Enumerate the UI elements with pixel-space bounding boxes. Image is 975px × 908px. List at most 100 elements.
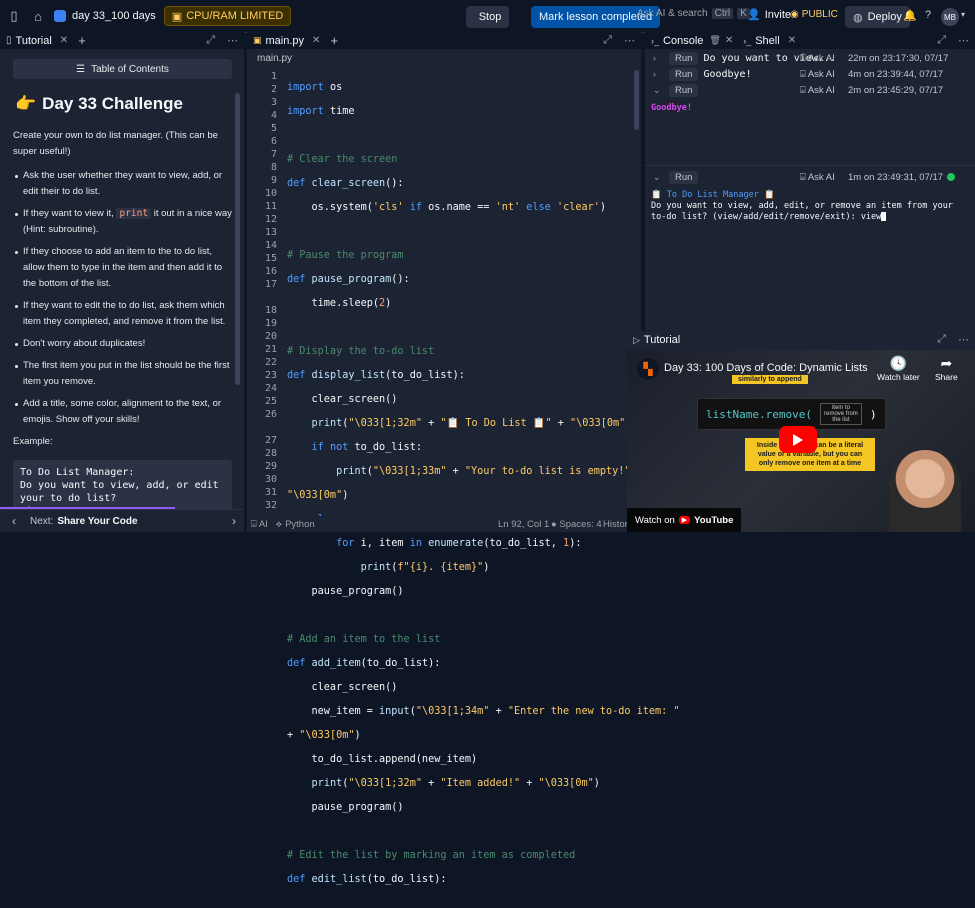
expand-icon[interactable]: ⤢ bbox=[937, 34, 946, 47]
add-tab-icon[interactable]: + bbox=[78, 33, 86, 48]
expand-icon[interactable]: ⤢ bbox=[937, 333, 946, 346]
chevron-down-icon[interactable]: ⌄ bbox=[653, 85, 661, 96]
line-number: 25 bbox=[247, 395, 277, 408]
language-label[interactable]: Python bbox=[285, 519, 315, 530]
output-prompt: Do you want to view, add, edit, or remov… bbox=[651, 201, 969, 223]
run-entry[interactable]: ⌄ Run ⌸ Ask AI 2m on 23:45:29, 07/17 bbox=[645, 82, 975, 98]
share-icon: ➦ bbox=[935, 355, 958, 372]
public-badge[interactable]: ◉PUBLIC bbox=[790, 9, 838, 20]
cursor-position[interactable]: Ln 92, Col 1 bbox=[498, 519, 549, 530]
line-number: 32 bbox=[247, 499, 277, 512]
help-icon[interactable]: ? bbox=[925, 9, 931, 21]
more-icon[interactable]: ⋯ bbox=[958, 34, 969, 47]
ask-ai-label: Ask AI bbox=[808, 69, 835, 80]
line-number bbox=[247, 421, 277, 434]
avatar[interactable]: MB bbox=[941, 8, 959, 26]
ask-ai-button[interactable]: ⌸ Ask AI bbox=[800, 53, 835, 64]
editor-scrollbar[interactable] bbox=[634, 70, 639, 130]
youtube-play-button[interactable] bbox=[779, 426, 817, 453]
video-title[interactable]: Day 33: 100 Days of Code: Dynamic Lists bbox=[664, 362, 868, 374]
deploy-button[interactable]: ◍Deploy bbox=[845, 6, 910, 28]
repl-name[interactable]: day 33_100 days bbox=[72, 10, 156, 22]
next-lesson-button[interactable]: ‹ Next: Share Your Code › bbox=[0, 509, 244, 532]
channel-logo[interactable]: ▚ bbox=[637, 358, 659, 380]
youtube-logo-icon: ▶ bbox=[679, 516, 690, 524]
slide-hint-top: similarly to append bbox=[732, 375, 808, 384]
file-breadcrumb[interactable]: main.py bbox=[257, 53, 292, 64]
console-output: 📋 To Do List Manager 📋 Do you want to vi… bbox=[651, 190, 969, 223]
run-badge: Run bbox=[669, 171, 698, 184]
search-bar[interactable]: Ask AI & searchCtrlK bbox=[637, 8, 750, 19]
play-icon bbox=[793, 434, 803, 446]
tab-video-tutorial[interactable]: Tutorial bbox=[644, 334, 680, 346]
ai-icon[interactable]: ⌸ AI bbox=[251, 519, 268, 530]
shortcut-ctrl: Ctrl bbox=[712, 8, 734, 19]
list-item: If they want to view it, print it out in… bbox=[23, 206, 232, 238]
toc-label: Table of Contents bbox=[91, 64, 169, 75]
home-icon[interactable]: ⌂ bbox=[28, 9, 48, 24]
line-number: 23 bbox=[247, 369, 277, 382]
table-of-contents-button[interactable]: ☰Table of Contents bbox=[13, 59, 232, 79]
chip-icon: ▣ bbox=[172, 10, 182, 23]
cpu-limit-badge[interactable]: ▣CPU/RAM LIMITED bbox=[164, 6, 292, 26]
cursor bbox=[881, 212, 886, 221]
more-icon[interactable]: ⋯ bbox=[958, 333, 969, 346]
line-number: 3 bbox=[247, 96, 277, 109]
tab-main-py[interactable]: main.py bbox=[266, 35, 305, 47]
line-number: 1 bbox=[247, 70, 277, 83]
close-icon[interactable]: ✕ bbox=[60, 35, 68, 46]
chevron-right-icon[interactable]: › bbox=[653, 53, 661, 63]
top-bar: ▯ ⌂ day 33_100 days ▣CPU/RAM LIMITED Sto… bbox=[0, 0, 975, 33]
running-indicator bbox=[947, 173, 955, 181]
close-icon[interactable]: ✕ bbox=[312, 35, 320, 46]
line-number: 30 bbox=[247, 473, 277, 486]
chevron-right-icon[interactable]: › bbox=[232, 514, 236, 528]
line-number: 20 bbox=[247, 330, 277, 343]
chevron-down-icon[interactable]: ⌄ bbox=[653, 172, 661, 183]
tutorial-tabbar: ▯ Tutorial ✕ + ⤢⋯ bbox=[0, 32, 244, 49]
expand-icon[interactable]: ⤢ bbox=[603, 34, 612, 47]
run-entry[interactable]: ⌄ Run ⌸ Ask AI 1m on 23:49:31, 07/17 bbox=[645, 169, 975, 185]
invite-button[interactable]: 👤Invite bbox=[747, 8, 791, 21]
tab-tutorial[interactable]: Tutorial bbox=[16, 35, 52, 47]
trash-icon[interactable]: 🗑 bbox=[709, 35, 720, 46]
editor-status-bar: ⌸ AI ⟡ Python Ln 92, Col 1 ● Spaces: 4 H… bbox=[247, 516, 627, 532]
code-editor[interactable]: import os import time # Clear the screen… bbox=[287, 70, 680, 908]
bell-icon[interactable]: 🔔 bbox=[903, 9, 917, 22]
more-icon[interactable]: ⋯ bbox=[227, 34, 238, 47]
expand-icon[interactable]: ⤢ bbox=[206, 34, 215, 47]
close-icon[interactable]: ✕ bbox=[725, 35, 733, 46]
line-number: 6 bbox=[247, 135, 277, 148]
sidebar-toggle-icon[interactable]: ▯ bbox=[4, 8, 24, 24]
run-badge: Run bbox=[669, 68, 698, 81]
spaces-indicator[interactable]: ● Spaces: 4 bbox=[551, 519, 602, 530]
add-tab-icon[interactable]: + bbox=[330, 33, 338, 48]
more-icon[interactable]: ⋯ bbox=[624, 34, 635, 47]
stop-button[interactable]: Stop bbox=[466, 6, 509, 28]
chevron-left-icon[interactable]: ‹ bbox=[12, 514, 16, 528]
example-label: Example: bbox=[13, 434, 232, 450]
run-entry[interactable]: › Run Do you want to view... ⌸ Ask AI 22… bbox=[645, 50, 975, 66]
repl-avatar-icon bbox=[54, 10, 66, 22]
chevron-right-icon[interactable]: › bbox=[653, 69, 661, 79]
close-icon[interactable]: ✕ bbox=[788, 35, 796, 46]
output-prompt-text: Do you want to view, add, edit, or remov… bbox=[651, 201, 953, 222]
console-output-goodbye: Goodbye! bbox=[651, 103, 975, 113]
ask-ai-button[interactable]: ⌸ Ask AI bbox=[800, 85, 835, 96]
ask-ai-button[interactable]: ⌸ Ask AI bbox=[800, 172, 835, 183]
watch-later-button[interactable]: 🕓Watch later bbox=[877, 355, 920, 382]
spaces-label: Spaces: 4 bbox=[559, 519, 601, 530]
run-entry[interactable]: › Run Goodbye! ⌸ Ask AI 4m on 23:39:44, … bbox=[645, 66, 975, 82]
tab-shell[interactable]: Shell bbox=[755, 35, 779, 47]
tutorial-scrollbar[interactable] bbox=[235, 93, 240, 385]
line-number: 18 bbox=[247, 304, 277, 317]
tab-console[interactable]: Console bbox=[663, 35, 703, 47]
ask-ai-button[interactable]: ⌸ Ask AI bbox=[800, 69, 835, 80]
chevron-down-icon[interactable]: ▾ bbox=[961, 10, 965, 19]
watch-on-youtube-button[interactable]: Watch on ▶ YouTube bbox=[627, 508, 741, 532]
tutorial-title-text: Day 33 Challenge bbox=[42, 94, 183, 114]
share-button[interactable]: ➦Share bbox=[935, 355, 958, 382]
run-badge: Run bbox=[669, 84, 698, 97]
video-player[interactable]: ▚ Day 33: 100 Days of Code: Dynamic List… bbox=[627, 350, 975, 532]
clipboard-icon: 📋 bbox=[651, 190, 662, 200]
